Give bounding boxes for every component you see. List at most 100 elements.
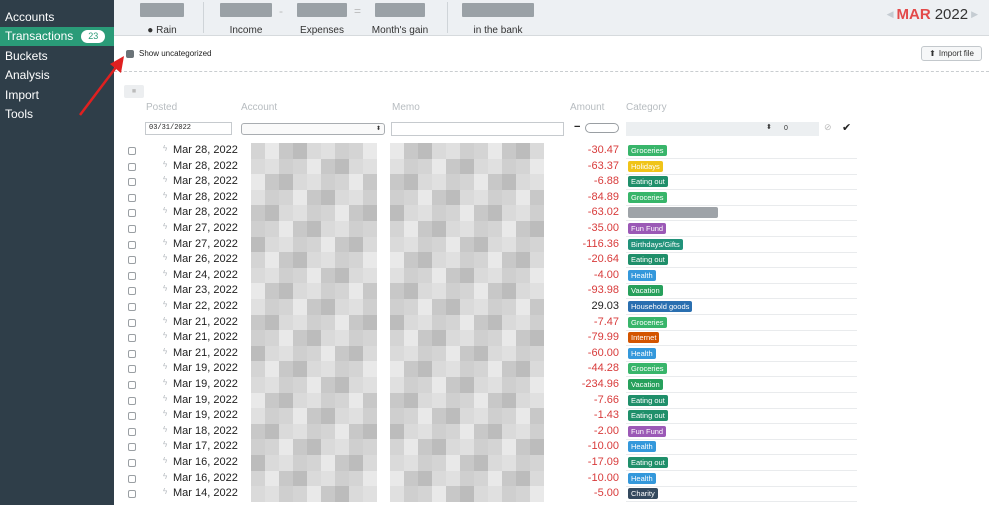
next-month-arrow-icon[interactable]: ▶	[971, 9, 978, 20]
category-badge[interactable]: Eating out	[628, 254, 668, 266]
row-amount[interactable]: -10.00	[588, 440, 619, 452]
row-amount[interactable]: -44.28	[588, 362, 619, 374]
row-amount[interactable]: -5.00	[594, 487, 619, 499]
sidebar-item-analysis[interactable]: Analysis	[0, 66, 114, 86]
amount-sign-toggle[interactable]: −	[574, 121, 580, 133]
row-select-checkbox[interactable]	[128, 443, 136, 452]
row-select-checkbox[interactable]	[128, 271, 136, 280]
category-badge[interactable]: Health	[628, 269, 656, 281]
row-select-checkbox[interactable]	[128, 162, 136, 171]
table-row[interactable]: ϟ Mar 16, 2022 -17.09 Eating out	[114, 455, 989, 471]
category-badge[interactable]: Fun Fund	[628, 425, 667, 437]
table-row[interactable]: ϟ Mar 17, 2022 -10.00 Health	[114, 439, 989, 456]
row-select-checkbox[interactable]	[128, 349, 136, 358]
new-transaction-memo-input[interactable]	[391, 122, 564, 136]
category-badge[interactable]: Holidays	[628, 160, 663, 172]
category-badge[interactable]: Household goods	[628, 301, 693, 312]
table-row[interactable]: ϟ Mar 24, 2022 -4.00 Health	[114, 267, 989, 284]
row-select-checkbox[interactable]	[128, 412, 136, 421]
row-amount[interactable]: -17.09	[588, 456, 619, 468]
sidebar-item-transactions[interactable]: Transactions 23	[0, 26, 114, 46]
table-row[interactable]: ϟ Mar 28, 2022 -6.88 Eating out	[114, 174, 989, 191]
category-badge[interactable]: Eating out	[628, 457, 668, 468]
table-row[interactable]: ϟ Mar 23, 2022 -93.98 Vacation	[114, 283, 989, 300]
category-badge[interactable]: Eating out	[628, 410, 668, 422]
row-amount[interactable]: -63.02	[588, 206, 619, 218]
row-select-checkbox[interactable]	[128, 225, 136, 233]
table-row[interactable]: ϟ Mar 19, 2022 -234.96 Vacation	[114, 377, 989, 393]
category-badge[interactable]: Birthdays/Gifts	[628, 238, 683, 250]
row-amount[interactable]: -35.00	[588, 222, 619, 234]
row-amount[interactable]: -1.43	[594, 409, 619, 421]
table-row[interactable]: ϟ Mar 28, 2022 -84.89 Groceries	[114, 189, 989, 206]
column-header-amount[interactable]: Amount	[570, 102, 604, 113]
show-uncategorized-toggle[interactable]: Show uncategorized	[126, 49, 212, 58]
row-select-checkbox[interactable]	[128, 256, 136, 265]
row-select-checkbox[interactable]	[128, 365, 136, 374]
row-amount[interactable]: -79.99	[588, 331, 619, 343]
category-badge[interactable]: Groceries	[628, 191, 667, 203]
row-amount[interactable]: 29.03	[591, 300, 619, 312]
row-select-checkbox[interactable]	[128, 427, 136, 436]
category-badge[interactable]: Groceries	[628, 316, 667, 328]
sidebar-item-buckets[interactable]: Buckets	[0, 46, 114, 66]
row-select-checkbox[interactable]	[128, 287, 136, 296]
new-transaction-amount-input[interactable]	[585, 123, 619, 133]
row-amount[interactable]: -63.37	[588, 160, 619, 172]
sidebar-item-accounts[interactable]: Accounts	[0, 7, 114, 27]
row-select-checkbox[interactable]	[128, 193, 136, 202]
column-header-posted[interactable]: Posted	[146, 102, 177, 113]
category-badge[interactable]: Fun Fund	[628, 223, 667, 234]
table-row[interactable]: ϟ Mar 16, 2022 -10.00 Health	[114, 470, 989, 487]
row-select-checkbox[interactable]	[128, 334, 136, 343]
table-row[interactable]: ϟ Mar 21, 2022 -60.00 Health	[114, 345, 989, 362]
table-row[interactable]: ϟ Mar 19, 2022 -7.66 Eating out	[114, 392, 989, 409]
show-uncategorized-checkbox[interactable]	[126, 49, 134, 58]
column-header-account[interactable]: Account	[241, 102, 277, 113]
table-row[interactable]: ϟ Mar 18, 2022 -2.00 Fun Fund	[114, 423, 989, 440]
row-amount[interactable]: -93.98	[588, 284, 619, 296]
row-select-checkbox[interactable]	[128, 303, 136, 311]
row-amount[interactable]: -234.96	[582, 378, 619, 390]
table-row[interactable]: ϟ Mar 19, 2022 -44.28 Groceries	[114, 361, 989, 378]
column-header-category[interactable]: Category	[626, 102, 667, 113]
category-badge[interactable]: Groceries	[628, 145, 667, 156]
category-badge[interactable]: Internet	[628, 332, 660, 344]
new-transaction-category-select[interactable]: ⬍ 0	[626, 122, 819, 136]
row-amount[interactable]: -7.47	[594, 316, 619, 328]
table-row[interactable]: ϟ Mar 14, 2022 -5.00 Charity	[114, 486, 989, 503]
table-row[interactable]: ϟ Mar 19, 2022 -1.43 Eating out	[114, 408, 989, 425]
category-badge[interactable]: Eating out	[628, 394, 668, 406]
category-badge[interactable]: Charity	[628, 488, 658, 500]
row-amount[interactable]: -10.00	[588, 472, 619, 484]
import-file-button[interactable]: ⬆ Import file	[921, 46, 982, 61]
prev-month-arrow-icon[interactable]: ◀	[887, 9, 894, 20]
row-amount[interactable]: -84.89	[588, 191, 619, 203]
row-select-checkbox[interactable]	[128, 459, 136, 467]
table-row[interactable]: ϟ Mar 21, 2022 -7.47 Groceries	[114, 314, 989, 331]
table-row[interactable]: ϟ Mar 27, 2022 -116.36 Birthdays/Gifts	[114, 236, 989, 253]
sidebar-item-import[interactable]: Import	[0, 85, 114, 105]
category-badge[interactable]: Eating out	[628, 176, 668, 188]
row-amount[interactable]: -20.64	[588, 253, 619, 265]
category-redacted[interactable]	[628, 207, 718, 219]
row-amount[interactable]: -30.47	[588, 144, 619, 156]
row-select-checkbox[interactable]	[128, 474, 136, 483]
column-header-memo[interactable]: Memo	[392, 102, 420, 113]
confirm-check-icon[interactable]: ✔	[842, 121, 851, 134]
category-badge[interactable]: Health	[628, 472, 656, 484]
row-select-checkbox[interactable]	[128, 318, 136, 327]
category-badge[interactable]: Vacation	[628, 379, 663, 390]
row-amount[interactable]: -6.88	[594, 175, 619, 187]
delete-selected-button[interactable]: ■	[124, 85, 144, 98]
table-row[interactable]: ϟ Mar 27, 2022 -35.00 Fun Fund	[114, 221, 989, 237]
table-row[interactable]: ϟ Mar 26, 2022 -20.64 Eating out	[114, 252, 989, 269]
row-amount[interactable]: -2.00	[594, 425, 619, 437]
category-badge[interactable]: Vacation	[628, 285, 663, 297]
table-row[interactable]: ϟ Mar 28, 2022 -63.02	[114, 205, 989, 222]
row-select-checkbox[interactable]	[128, 178, 136, 187]
row-select-checkbox[interactable]	[128, 209, 136, 218]
row-amount[interactable]: -60.00	[588, 347, 619, 359]
table-row[interactable]: ϟ Mar 28, 2022 -63.37 Holidays	[114, 158, 989, 175]
category-badge[interactable]: Groceries	[628, 363, 667, 375]
